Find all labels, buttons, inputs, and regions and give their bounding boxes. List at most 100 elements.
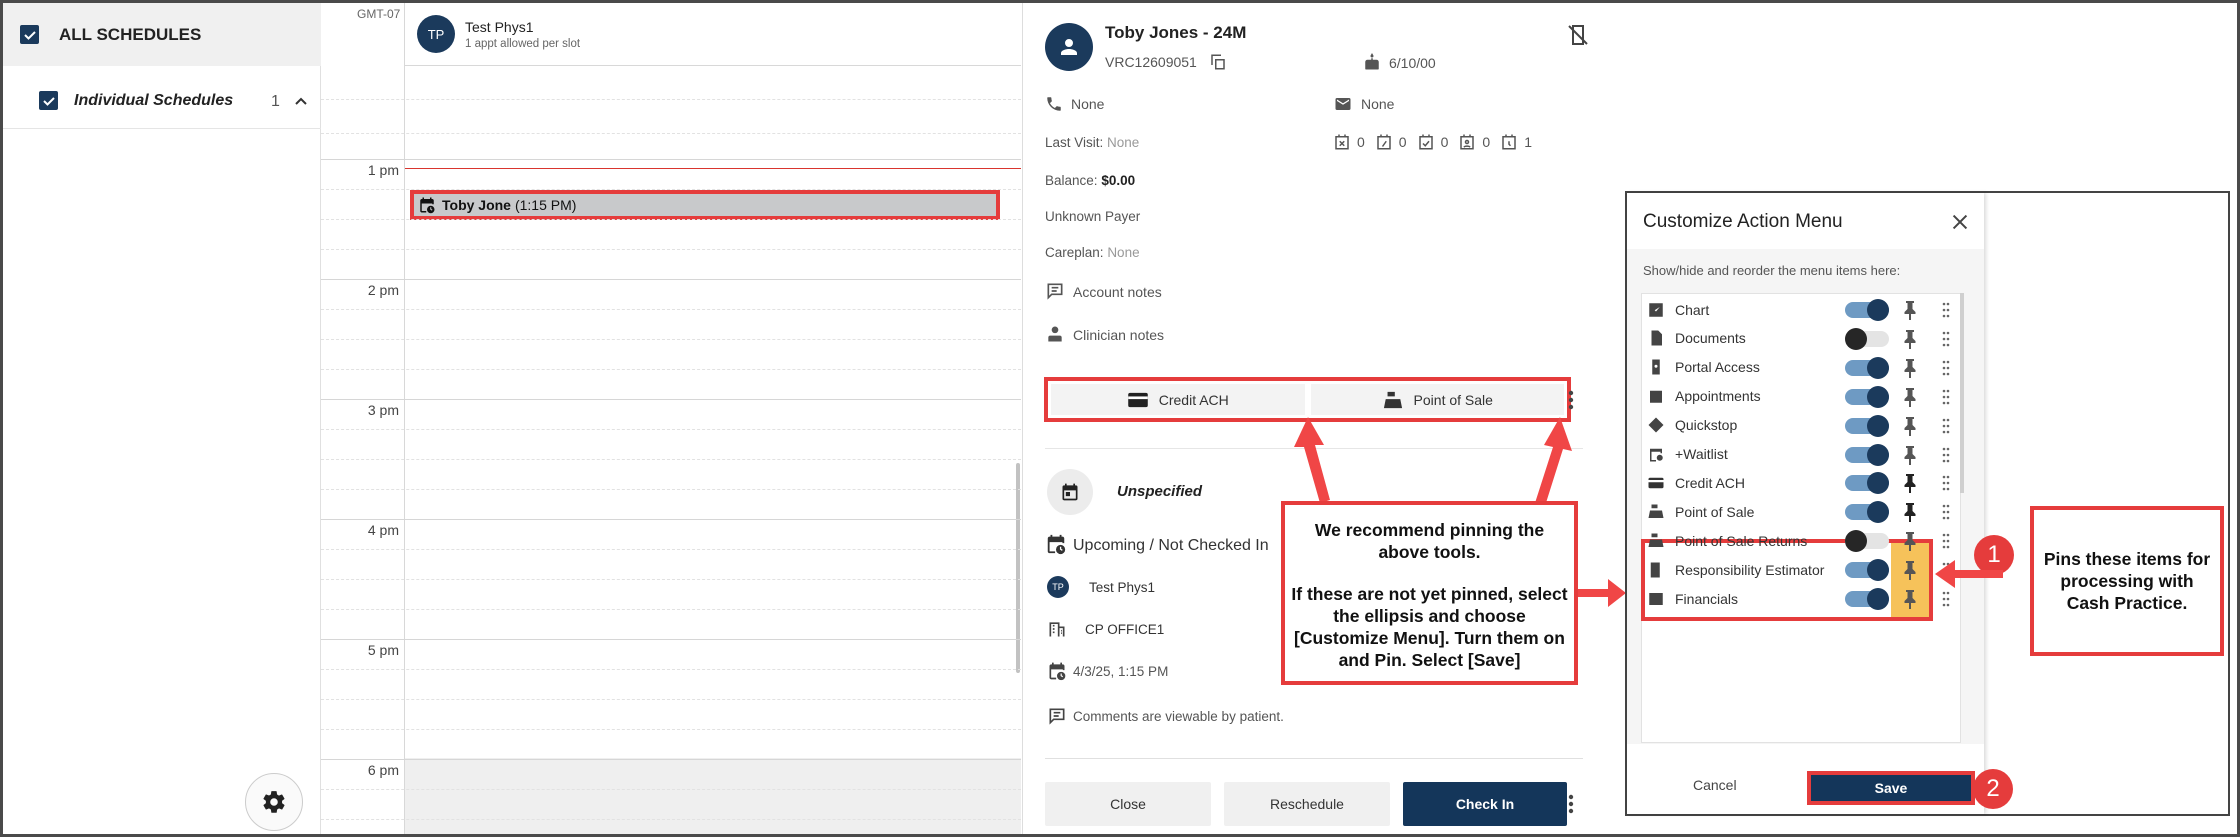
drag-handle[interactable] [1939,328,1953,350]
visibility-toggle[interactable] [1845,385,1889,408]
pin-button[interactable] [1899,328,1921,350]
quarter-hour-line [321,669,1021,670]
office-name: CP OFFICE1 [1085,621,1165,637]
close-icon[interactable] [1949,211,1971,233]
save-button[interactable]: Save [1807,771,1975,805]
quarter-hour-line [321,579,1021,580]
building-icon [1049,622,1065,637]
pin-button[interactable] [1899,299,1921,321]
appointment-block[interactable]: Toby Jone (1:15 PM) [410,190,1000,220]
check-in-button[interactable]: Check In [1403,782,1567,826]
cancelled-calendar-icon [1335,134,1349,150]
visibility-toggle[interactable] [1845,530,1889,553]
visibility-toggle[interactable] [1845,559,1889,582]
menu-item-label: Quickstop [1675,417,1738,434]
pin-icon [1904,358,1916,378]
drag-handle-icon [1942,302,1950,318]
arrow-to-pinned-bar [1294,417,1330,503]
appointment-datetime: 4/3/25, 1:15 PM [1073,663,1169,679]
current-time-line [405,168,1021,169]
comment-icon [1049,708,1065,725]
visibility-toggle[interactable] [1845,443,1889,466]
drag-handle-icon [1942,418,1950,433]
visibility-toggle[interactable] [1845,327,1889,350]
count-upcoming: 1 [1524,134,1532,150]
individual-schedules-row[interactable]: Individual Schedules 1 [3,73,321,129]
calendar-icon [1650,388,1662,403]
visibility-toggle[interactable] [1845,501,1889,524]
copy-icon[interactable] [1209,53,1227,71]
pin-button[interactable] [1899,357,1921,379]
all-schedules-label: ALL SCHEDULES [59,24,202,44]
chart-icon [1649,302,1663,317]
drag-handle[interactable] [1939,299,1953,321]
pin-button[interactable] [1899,386,1921,408]
account-notes-link[interactable]: Account notes [1045,281,1162,301]
drag-handle[interactable] [1939,357,1953,379]
quarter-hour-line [321,249,1021,250]
ellipsis-vertical-icon [1568,794,1574,814]
pin-button[interactable] [1899,472,1921,494]
balance-label: Balance: [1045,173,1098,188]
visibility-toggle[interactable] [1845,588,1889,610]
drag-handle[interactable] [1939,530,1953,552]
settings-button[interactable] [245,773,303,831]
menu-item-label: Documents [1675,330,1746,347]
email-text: None [1361,96,1395,112]
visibility-toggle[interactable] [1845,414,1889,437]
close-button[interactable]: Close [1045,782,1211,826]
individual-schedules-label: Individual Schedules [74,91,234,109]
checkbox-checked-icon[interactable] [20,25,39,44]
status-row: Upcoming / Not Checked In [1045,533,1269,555]
visibility-toggle[interactable] [1845,299,1889,321]
customize-menu-screenshot: Customize Action Menu Show/hide and reor… [1625,191,2230,816]
provider-name: Test Phys1 [465,18,534,35]
step-2-badge: 2 [1973,769,2013,809]
reschedule-button[interactable]: Reschedule [1224,782,1390,826]
drag-handle[interactable] [1939,501,1953,523]
office-row: CP OFFICE1 [1047,619,1164,639]
checkbox-checked-icon[interactable] [39,91,58,110]
visibility-toggle[interactable] [1845,472,1889,495]
pin-button[interactable] [1899,588,1921,610]
count-completed: 0 [1440,134,1449,150]
quarter-hour-line [321,429,1021,430]
pin-icon [1904,387,1916,407]
list-scrollbar[interactable] [1960,293,1964,493]
no-phone-icon[interactable] [1566,23,1590,47]
provider-avatar: TP [417,15,455,53]
all-schedules-row[interactable]: ALL SCHEDULES [3,3,321,66]
provider-slot-note: 1 appt allowed per slot [465,37,581,50]
last-visit-value: None [1107,135,1140,150]
cancel-button[interactable]: Cancel [1693,777,1737,793]
quarter-hour-line [321,819,1021,820]
pin-icon [1904,532,1916,552]
drag-handle-icon [1942,360,1950,376]
calendar-scrollbar[interactable] [1016,463,1020,673]
credit-ach-button[interactable]: Credit ACH [1051,384,1305,415]
patient-dob: 6/10/00 [1363,53,1436,71]
hour-label: 3 pm [367,402,399,418]
pin-button[interactable] [1899,444,1921,466]
clinician-notes-link[interactable]: Clinician notes [1045,324,1164,344]
drag-handle[interactable] [1939,386,1953,408]
count-noshow: 0 [1482,134,1491,150]
more-actions-button[interactable] [1561,385,1581,415]
pin-button[interactable] [1899,415,1921,437]
count-rescheduled: 0 [1398,134,1407,150]
point-of-sale-button[interactable]: Point of Sale [1310,384,1564,415]
pin-button[interactable] [1899,559,1921,581]
pin-button[interactable] [1899,501,1921,523]
visibility-toggle[interactable] [1845,356,1889,379]
waitlist-icon [1650,448,1663,462]
callout-line-1: We recommend pinning the above tools. [1314,520,1545,562]
drag-handle[interactable] [1939,444,1953,466]
more-actions-footer-button[interactable] [1561,789,1581,819]
visit-counts-row: 0 0 0 0 1 [1333,133,1532,151]
drag-handle[interactable] [1939,472,1953,494]
drag-handle-icon [1942,447,1950,462]
drag-handle[interactable] [1939,415,1953,437]
datetime-row: 4/3/25, 1:15 PM [1047,661,1168,681]
chevron-up-icon[interactable] [293,93,309,109]
pin-button[interactable] [1899,530,1921,552]
